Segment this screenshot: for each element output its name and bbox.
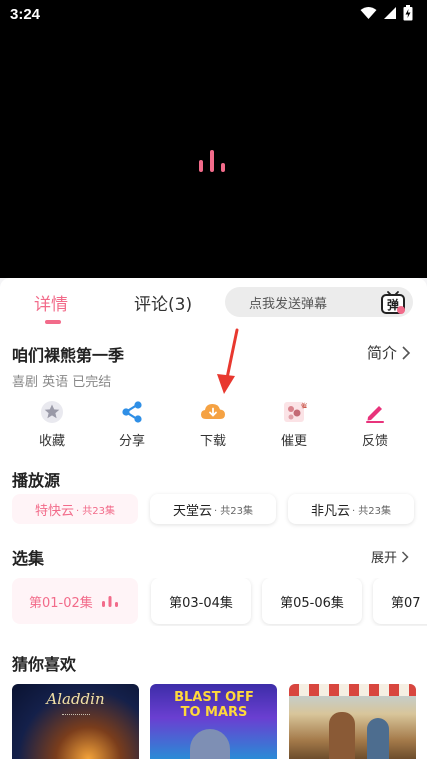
loading-indicator-icon bbox=[199, 150, 229, 172]
source-count: · 共23集 bbox=[213, 505, 254, 517]
source-section-title: 播放源 bbox=[12, 471, 61, 490]
wifi-icon bbox=[360, 7, 377, 19]
source-list: 特快云 · 共23集 天堂云 · 共23集 非凡云 · 共23集 bbox=[12, 494, 414, 524]
recommend-section-title: 猜你喜欢 bbox=[12, 655, 77, 674]
episode-label: 第01-02集 bbox=[29, 595, 93, 611]
video-player[interactable] bbox=[0, 30, 427, 278]
poster-title: BLAST OFF TO MARS bbox=[174, 690, 254, 720]
source-chip-tekuaiyun[interactable]: 特快云 · 共23集 bbox=[12, 494, 138, 524]
urge-update-button[interactable]: 催 催更 bbox=[259, 398, 329, 449]
source-count: · 共23集 bbox=[75, 505, 116, 517]
status-time: 3:24 bbox=[10, 6, 41, 23]
episode-list: 第01-02集 第03-04集 第05-06集 第07 bbox=[12, 578, 427, 626]
favorite-label: 收藏 bbox=[38, 434, 65, 449]
download-cloud-icon bbox=[201, 404, 225, 419]
show-meta: 喜剧 英语 已完结 bbox=[12, 375, 112, 390]
tab-details[interactable]: 详情 bbox=[34, 290, 68, 315]
feedback-label: 反馈 bbox=[361, 434, 388, 449]
poster-character bbox=[190, 729, 230, 759]
status-bar: 3:24 bbox=[0, 0, 427, 30]
poster-figure bbox=[329, 712, 355, 759]
source-name: 特快云 bbox=[34, 503, 74, 519]
star-icon bbox=[41, 401, 63, 423]
source-name: 非凡云 bbox=[310, 503, 350, 519]
episode-item-active[interactable]: 第01-02集 bbox=[12, 578, 138, 624]
feedback-pencil-icon bbox=[366, 406, 384, 423]
download-label: 下载 bbox=[199, 434, 226, 449]
chevron-right-icon bbox=[402, 345, 411, 360]
urge-update-label: 催更 bbox=[280, 434, 307, 449]
episode-item[interactable]: 第03-04集 bbox=[151, 578, 251, 624]
source-chip-tiantangyun[interactable]: 天堂云 · 共23集 bbox=[150, 494, 276, 524]
battery-icon bbox=[403, 5, 413, 21]
intro-link[interactable]: 简介 bbox=[367, 342, 411, 363]
action-bar: 收藏 分享 下载 催 催更 反馈 bbox=[0, 398, 427, 458]
recommend-list: Aladdin BLAST OFF TO MARS bbox=[12, 684, 427, 759]
poster-aladdin[interactable]: Aladdin bbox=[12, 684, 139, 759]
share-icon bbox=[122, 401, 142, 423]
detail-content: 咱们裸熊第一季 简介 喜剧 英语 已完结 收藏 分享 下载 催 催更 反馈 播放… bbox=[0, 326, 427, 759]
expand-episodes-button[interactable]: 展开 bbox=[371, 547, 409, 566]
episode-item[interactable]: 第07 bbox=[373, 578, 427, 624]
intro-label: 简介 bbox=[366, 344, 397, 362]
poster-awning bbox=[289, 684, 416, 696]
source-name: 天堂云 bbox=[172, 503, 212, 519]
tab-indicator bbox=[45, 320, 61, 324]
chevron-right-icon bbox=[401, 550, 409, 563]
share-button[interactable]: 分享 bbox=[97, 398, 167, 449]
expand-label: 展开 bbox=[370, 551, 397, 566]
urge-update-icon: 催 bbox=[284, 402, 307, 422]
feedback-button[interactable]: 反馈 bbox=[340, 398, 410, 449]
poster-title: Aladdin bbox=[46, 690, 105, 708]
source-chip-feifanyun[interactable]: 非凡云 · 共23集 bbox=[288, 494, 414, 524]
source-count: · 共23集 bbox=[351, 505, 392, 517]
poster-figure bbox=[367, 718, 389, 759]
share-label: 分享 bbox=[118, 434, 145, 449]
danmaku-toggle-icon[interactable]: 弹 bbox=[379, 288, 407, 316]
danmaku-input[interactable]: 点我发送弹幕 弹 bbox=[225, 287, 413, 317]
download-button[interactable]: 下载 bbox=[178, 398, 248, 449]
status-icons bbox=[360, 5, 413, 21]
signal-icon bbox=[384, 7, 396, 19]
svg-text:催: 催 bbox=[301, 402, 307, 410]
poster-blast-off[interactable]: BLAST OFF TO MARS bbox=[150, 684, 277, 759]
tab-comments[interactable]: 评论(3) bbox=[134, 290, 192, 315]
poster-live-action[interactable] bbox=[289, 684, 416, 759]
episode-item[interactable]: 第05-06集 bbox=[262, 578, 362, 624]
danmaku-placeholder: 点我发送弹幕 bbox=[249, 297, 328, 312]
episodes-section-title: 选集 bbox=[12, 549, 45, 568]
playing-indicator-icon bbox=[101, 596, 118, 607]
show-title: 咱们裸熊第一季 bbox=[12, 346, 125, 365]
favorite-button[interactable]: 收藏 bbox=[17, 398, 87, 449]
poster-text-lines bbox=[62, 714, 90, 746]
